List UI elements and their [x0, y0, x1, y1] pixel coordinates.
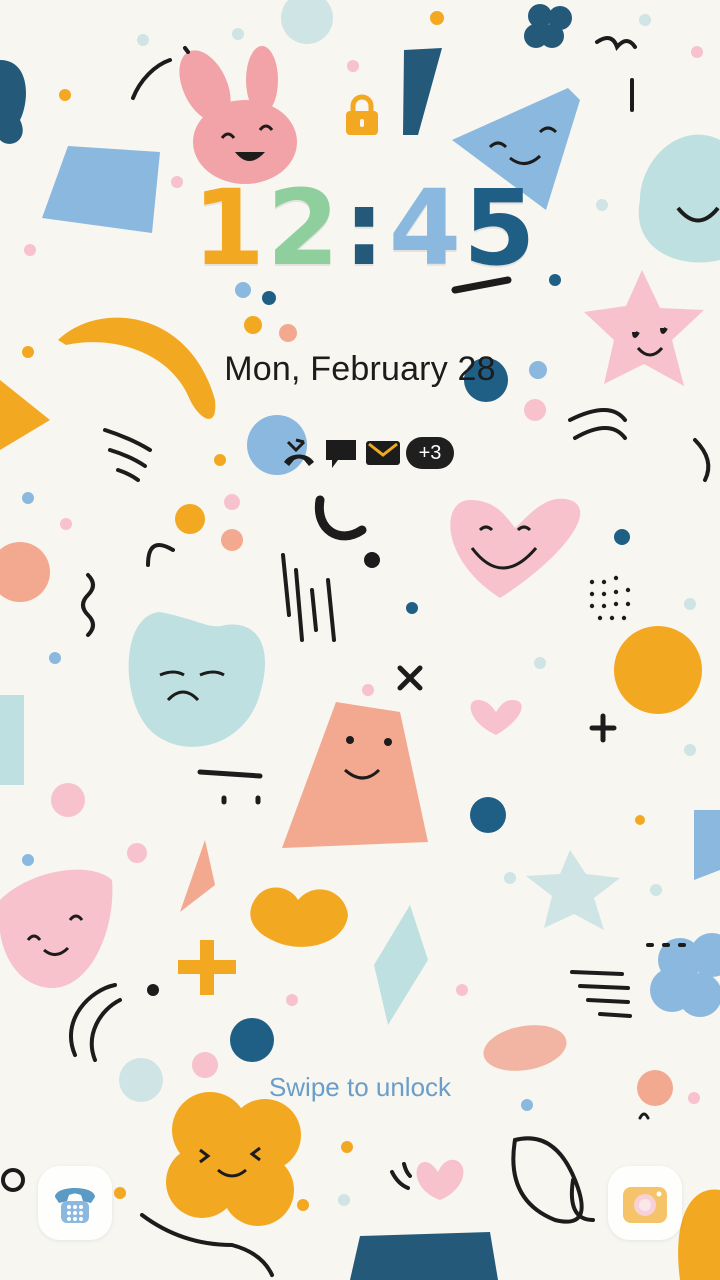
camera-icon [623, 1187, 667, 1223]
phone-icon [55, 1188, 95, 1223]
bunny-doodle [179, 46, 297, 184]
lock-screen-date: Mon, February 28 [224, 350, 496, 388]
more-notifications-badge: +3 [406, 437, 454, 469]
dot-grid [589, 575, 631, 621]
swipe-to-unlock-hint: Swipe to unlock [268, 1072, 452, 1102]
email-icon [364, 434, 402, 472]
lock-icon [342, 93, 382, 137]
notification-icons-row[interactable]: +3 [280, 434, 454, 472]
camera-shortcut-button[interactable] [608, 1166, 682, 1240]
clock-hour-tens: 1 [192, 167, 267, 289]
flower-doodle [166, 1092, 301, 1226]
lock-screen-clock: 1 2 : 4 5 [192, 167, 535, 289]
message-icon [322, 434, 360, 472]
missed-call-icon [280, 434, 318, 472]
phone-shortcut-button[interactable] [38, 1166, 112, 1240]
clock-minute-ones: 5 [463, 167, 538, 289]
clock-hour-ones: 2 [266, 167, 342, 289]
clock-separator: : [343, 167, 387, 289]
clock-minute-tens: 4 [388, 167, 464, 289]
